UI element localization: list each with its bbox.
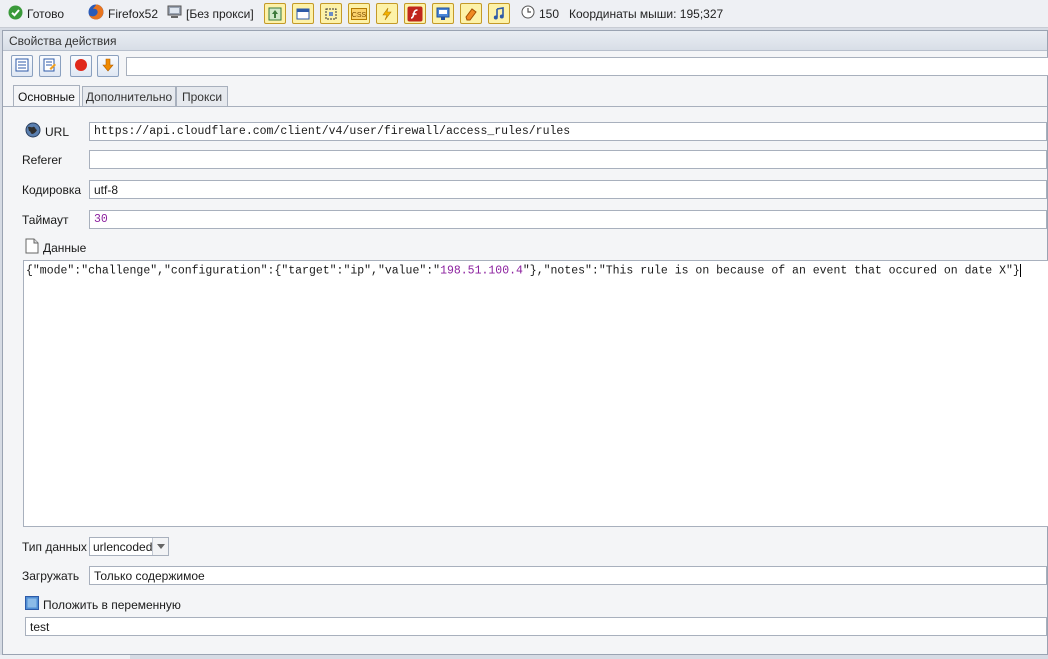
browser-selector[interactable]: Firefox52 bbox=[88, 0, 158, 27]
panel-title: Свойства действия bbox=[9, 33, 117, 48]
action-name-input[interactable] bbox=[126, 57, 1048, 76]
toolbar-css-button[interactable]: CSS bbox=[348, 3, 370, 24]
tab-main[interactable]: Основные bbox=[13, 85, 80, 107]
move-down-button[interactable] bbox=[97, 55, 119, 77]
window-icon bbox=[296, 7, 310, 21]
proxy-label: [Без прокси] bbox=[186, 6, 254, 21]
data-type-value: urlencoded bbox=[93, 539, 153, 554]
toolbar-screen-button[interactable] bbox=[432, 3, 454, 24]
threads-count: 150 bbox=[539, 6, 560, 21]
data-textarea[interactable]: {"mode":"challenge","configuration":{"ta… bbox=[23, 260, 1048, 527]
list-view-button[interactable] bbox=[11, 55, 33, 77]
tab-divider bbox=[3, 106, 1047, 107]
toolbar-select-region-button[interactable] bbox=[320, 3, 342, 24]
upload-icon bbox=[268, 7, 282, 21]
check-circle-icon bbox=[8, 5, 23, 23]
save-to-variable-row[interactable]: Положить в переменную bbox=[25, 595, 181, 614]
url-label: URL bbox=[45, 124, 70, 139]
timeout-label: Таймаут bbox=[22, 212, 69, 227]
tab-advanced[interactable]: Дополнительно bbox=[82, 86, 176, 106]
toolbar-eraser-button[interactable] bbox=[460, 3, 482, 24]
data-type-select[interactable]: urlencoded bbox=[89, 537, 169, 556]
monitor-icon bbox=[436, 7, 450, 21]
status-ready-label: Готово bbox=[27, 6, 65, 21]
variable-value: test bbox=[30, 619, 50, 634]
globe-icon bbox=[25, 122, 41, 141]
tab-advanced-label: Дополнительно bbox=[85, 89, 173, 104]
clock-icon bbox=[521, 5, 535, 22]
tab-main-label: Основные bbox=[18, 89, 75, 104]
load-value: Только содержимое bbox=[94, 568, 205, 583]
proxy-icon bbox=[167, 5, 182, 22]
document-icon bbox=[25, 238, 39, 257]
data-label: Данные bbox=[43, 240, 87, 255]
svg-text:CSS: CSS bbox=[352, 12, 367, 19]
bottom-scrollbar[interactable] bbox=[0, 655, 130, 659]
status-ready: Готово bbox=[8, 0, 64, 27]
toolbar-window-button[interactable] bbox=[292, 3, 314, 24]
stop-button[interactable] bbox=[70, 55, 92, 77]
save-to-variable-checkbox[interactable] bbox=[25, 596, 39, 613]
url-value: https://api.cloudflare.com/client/v4/use… bbox=[94, 125, 571, 138]
referer-input[interactable] bbox=[89, 150, 1047, 169]
timeout-value: 30 bbox=[94, 213, 108, 226]
edit-document-button[interactable] bbox=[39, 55, 61, 77]
music-note-icon bbox=[492, 6, 506, 21]
css-icon: CSS bbox=[351, 7, 367, 20]
toolbar-lightning-button[interactable] bbox=[376, 3, 398, 24]
browser-label: Firefox52 bbox=[108, 6, 159, 21]
tab-proxy[interactable]: Прокси bbox=[176, 86, 228, 106]
load-label: Загружать bbox=[22, 568, 80, 583]
text-cursor bbox=[1019, 264, 1021, 277]
edit-document-icon bbox=[43, 58, 57, 75]
lightning-icon bbox=[380, 7, 394, 21]
mouse-coordinates: Координаты мыши: 195;327 bbox=[569, 0, 723, 27]
url-input[interactable]: https://api.cloudflare.com/client/v4/use… bbox=[89, 122, 1047, 141]
chevron-down-icon[interactable] bbox=[152, 538, 168, 555]
url-label-row: URL bbox=[25, 122, 69, 141]
data-json-ip: 198.51.100.4 bbox=[440, 264, 523, 278]
data-type-label: Тип данных bbox=[22, 539, 87, 554]
region-icon bbox=[324, 7, 338, 21]
data-json-part1: {"mode":"challenge","configuration":{"ta… bbox=[26, 264, 441, 278]
timeout-input[interactable]: 30 bbox=[89, 210, 1047, 229]
list-icon bbox=[15, 58, 29, 75]
flash-icon bbox=[407, 6, 423, 22]
encoding-label: Кодировка bbox=[22, 182, 82, 197]
encoding-value: utf-8 bbox=[94, 182, 119, 197]
toolbar-upload-button[interactable] bbox=[264, 3, 286, 24]
status-bar: Готово Firefox52 [Без прокси] CSS 150 Ко… bbox=[0, 0, 1048, 28]
tab-proxy-label: Прокси bbox=[181, 89, 223, 104]
stop-icon bbox=[74, 58, 88, 75]
save-to-variable-label: Положить в переменную bbox=[43, 597, 181, 612]
variable-input[interactable]: test bbox=[25, 617, 1047, 636]
panel-header: Свойства действия bbox=[3, 31, 1047, 51]
referer-label: Referer bbox=[22, 152, 63, 167]
toolbar-music-button[interactable] bbox=[488, 3, 510, 24]
load-input[interactable]: Только содержимое bbox=[89, 566, 1047, 585]
encoding-input[interactable]: utf-8 bbox=[89, 180, 1047, 199]
firefox-icon bbox=[88, 4, 104, 23]
toolbar-flash-button[interactable] bbox=[404, 3, 426, 24]
threads-counter: 150 bbox=[521, 0, 559, 27]
mouse-coordinates-label: Координаты мыши: 195;327 bbox=[569, 6, 724, 21]
data-label-row: Данные bbox=[25, 238, 86, 257]
eraser-icon bbox=[464, 7, 478, 21]
action-properties-panel: Свойства действия Основные Дополнительно… bbox=[2, 30, 1048, 655]
data-json-part2: "},"notes":"This rule is on because of a… bbox=[522, 264, 1020, 278]
arrow-down-icon bbox=[101, 58, 115, 75]
proxy-selector[interactable]: [Без прокси] bbox=[167, 0, 254, 27]
